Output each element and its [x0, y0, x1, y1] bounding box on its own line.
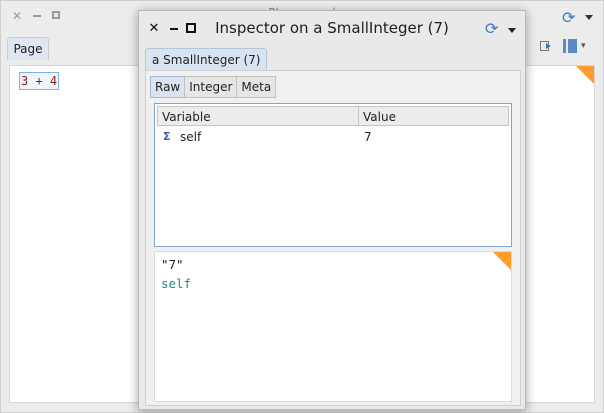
- column-header-value[interactable]: Value: [359, 106, 509, 126]
- inspector-title: Inspector on a SmallInteger (7): [215, 19, 449, 37]
- tab-integer[interactable]: Integer: [184, 76, 238, 98]
- corner-marker-icon: [576, 66, 594, 84]
- corner-marker-icon: [493, 252, 511, 270]
- panel-layout-icon[interactable]: [563, 39, 577, 53]
- table-header: Variable Value: [157, 106, 509, 126]
- inspector-titlebar[interactable]: ✕ Inspector on a SmallInteger (7) ⟳: [139, 11, 525, 45]
- close-icon[interactable]: ✕: [148, 22, 160, 35]
- export-icon[interactable]: [539, 39, 553, 53]
- sigma-icon: Σ: [163, 130, 171, 143]
- layout-menu-icon[interactable]: ▾: [581, 41, 586, 51]
- evaluator-code[interactable]: self: [161, 276, 191, 292]
- refresh-icon[interactable]: ⟳: [485, 21, 498, 37]
- window-menu-icon[interactable]: [585, 15, 593, 20]
- row-value: 7: [364, 130, 372, 144]
- window-menu-icon[interactable]: [508, 28, 516, 33]
- inspector-window: ✕ Inspector on a SmallInteger (7) ⟳ a Sm…: [138, 10, 526, 410]
- tab-meta[interactable]: Meta: [236, 76, 277, 98]
- code-text[interactable]: 3 + 4: [19, 72, 60, 90]
- evaluator-print-string: "7": [161, 257, 184, 272]
- view-tabs: Raw Integer Meta: [150, 76, 277, 98]
- refresh-icon[interactable]: ⟳: [562, 10, 575, 26]
- tab-raw[interactable]: Raw: [150, 76, 186, 98]
- maximize-icon[interactable]: [186, 23, 198, 35]
- evaluator-pane[interactable]: "7" self: [154, 251, 512, 402]
- tab-inspected-object[interactable]: a SmallInteger (7): [145, 48, 268, 71]
- tab-page[interactable]: Page: [7, 37, 49, 60]
- row-variable: self: [180, 130, 202, 144]
- column-header-variable[interactable]: Variable: [157, 106, 359, 126]
- variables-table[interactable]: Variable Value Σ self 7: [154, 103, 512, 247]
- inspector-body: Raw Integer Meta Variable Value Σ self 7…: [145, 70, 521, 406]
- table-row[interactable]: Σ self 7: [157, 128, 509, 148]
- minimize-icon[interactable]: [168, 23, 180, 35]
